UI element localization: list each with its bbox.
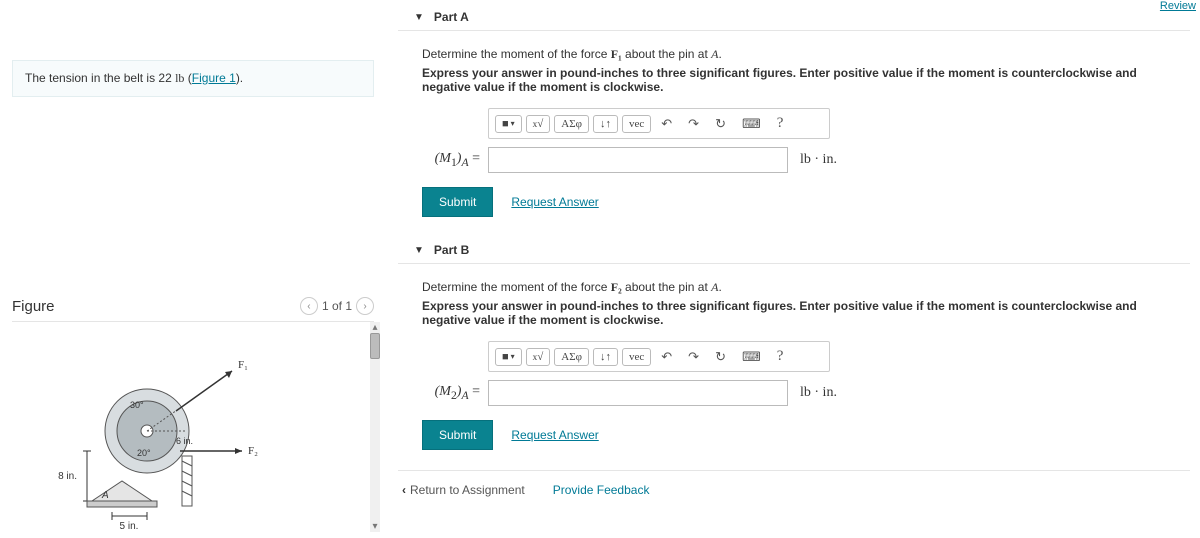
pa-dot: . <box>718 47 721 61</box>
svg-text:20°: 20° <box>137 448 151 458</box>
scroll-down-icon: ▾ <box>370 521 380 532</box>
request-answer-a[interactable]: Request Answer <box>511 195 598 209</box>
scroll-thumb[interactable] <box>370 333 380 359</box>
figure-header: Figure ‹ 1 of 1 › <box>12 297 374 322</box>
svg-text:6 in.: 6 in. <box>176 436 193 446</box>
pb-instr: Express your answer in pound-inches to t… <box>422 299 1137 327</box>
figure-prev-button[interactable]: ‹ <box>300 297 318 315</box>
svg-text:5 in.: 5 in. <box>120 521 139 532</box>
svg-text:F₁: F₁ <box>238 359 248 371</box>
part-b-answer-input[interactable] <box>488 380 788 406</box>
figure-nav-count: 1 of 1 <box>322 299 352 313</box>
scroll-up-icon: ▴ <box>370 322 380 333</box>
svg-text:30°: 30° <box>130 400 144 410</box>
part-a-body: Determine the moment of the force F₁ abo… <box>398 31 1198 233</box>
problem-close: ). <box>236 71 243 85</box>
pa-t2: about the pin at <box>622 47 711 61</box>
chevron-left-icon: ‹ <box>402 483 406 497</box>
part-b-title: Part B <box>434 243 469 257</box>
right-column: ▼ Part A Determine the moment of the for… <box>398 0 1198 538</box>
keyboard-button[interactable]: ⌨ <box>736 114 767 134</box>
greek-button[interactable]: ΑΣφ <box>554 348 589 366</box>
part-b-prompt2: Express your answer in pound-inches to t… <box>422 299 1186 327</box>
pb-t1: Determine the moment of the force <box>422 280 611 294</box>
figure-scrollbar[interactable]: ▴ ▾ <box>370 322 380 532</box>
part-b-body: Determine the moment of the force F₂ abo… <box>398 264 1198 466</box>
reset-button[interactable]: ↻ <box>709 114 732 134</box>
figure-link[interactable]: Figure 1 <box>192 71 236 85</box>
help-button[interactable]: ? <box>771 113 790 134</box>
pb-submit-row: Submit Request Answer <box>422 420 1186 450</box>
figure-nav: ‹ 1 of 1 › <box>300 297 374 315</box>
figure-section: Figure ‹ 1 of 1 › 5 in. 8 in. <box>12 297 374 536</box>
undo-button[interactable]: ↶ <box>655 347 678 367</box>
vec-button[interactable]: vec <box>622 348 651 366</box>
vec-button[interactable]: vec <box>622 115 651 133</box>
reset-button[interactable]: ↻ <box>709 347 732 367</box>
pa-var1: F₁ <box>611 47 622 61</box>
equation-toolbar-a: ■▾ x√ ΑΣφ ↓↑ vec ↶ ↷ ↻ ⌨ ? <box>488 108 830 139</box>
return-link[interactable]: ‹Return to Assignment <box>402 483 525 497</box>
redo-button[interactable]: ↷ <box>682 114 705 134</box>
svg-text:8 in.: 8 in. <box>58 471 77 482</box>
sqrt-button[interactable]: x√ <box>526 115 551 133</box>
pb-units: lb · in. <box>800 385 837 401</box>
equation-toolbar-b: ■▾ x√ ΑΣφ ↓↑ vec ↶ ↷ ↻ ⌨ ? <box>488 341 830 372</box>
part-a-title: Part A <box>434 10 469 24</box>
part-a-input-row: (M1)A = lb · in. <box>422 147 1186 173</box>
sqrt-button[interactable]: x√ <box>526 348 551 366</box>
svg-text:A: A <box>101 490 109 501</box>
figure-next-button[interactable]: › <box>356 297 374 315</box>
part-a-header: ▼ Part A <box>398 0 1190 31</box>
pa-units: lb · in. <box>800 152 837 168</box>
pa-var-label: (M1)A = <box>422 151 480 169</box>
keyboard-button[interactable]: ⌨ <box>736 347 767 367</box>
problem-prefix: The tension in the belt is 22 <box>25 71 175 85</box>
subsup-button[interactable]: ↓↑ <box>593 348 618 366</box>
templates-button[interactable]: ■▾ <box>495 115 522 133</box>
part-b-header: ▼ Part B <box>398 233 1190 264</box>
problem-open: ( <box>184 71 191 85</box>
part-b-input-row: (M2)A = lb · in. <box>422 380 1186 406</box>
problem-statement: The tension in the belt is 22 lb (Figure… <box>12 60 374 97</box>
svg-text:F₂: F₂ <box>248 445 258 457</box>
subsup-button[interactable]: ↓↑ <box>593 115 618 133</box>
undo-button[interactable]: ↶ <box>655 114 678 134</box>
feedback-link[interactable]: Provide Feedback <box>553 483 650 497</box>
submit-button-a[interactable]: Submit <box>422 187 493 217</box>
pa-t1: Determine the moment of the force <box>422 47 611 61</box>
pa-submit-row: Submit Request Answer <box>422 187 1186 217</box>
redo-button[interactable]: ↷ <box>682 347 705 367</box>
part-b-prompt1: Determine the moment of the force F₂ abo… <box>422 280 1186 295</box>
part-a-prompt1: Determine the moment of the force F₁ abo… <box>422 47 1186 62</box>
collapse-icon[interactable]: ▼ <box>414 12 424 23</box>
part-a-prompt2: Express your answer in pound-inches to t… <box>422 66 1186 94</box>
figure-diagram: 5 in. 8 in. 30° 20° F₁ <box>12 336 352 536</box>
footer-row: ‹Return to Assignment Provide Feedback <box>398 470 1190 509</box>
request-answer-b[interactable]: Request Answer <box>511 428 598 442</box>
pb-var-label: (M2)A = <box>422 384 480 402</box>
submit-button-b[interactable]: Submit <box>422 420 493 450</box>
collapse-icon[interactable]: ▼ <box>414 245 424 256</box>
part-a-answer-input[interactable] <box>488 147 788 173</box>
left-column: The tension in the belt is 22 lb (Figure… <box>0 0 380 538</box>
pa-instr: Express your answer in pound-inches to t… <box>422 66 1137 94</box>
greek-button[interactable]: ΑΣφ <box>554 115 589 133</box>
pb-t2: about the pin at <box>622 280 711 294</box>
help-button[interactable]: ? <box>771 346 790 367</box>
templates-button[interactable]: ■▾ <box>495 348 522 366</box>
pb-var1: F₂ <box>611 280 622 294</box>
pb-dot: . <box>718 280 721 294</box>
figure-label: Figure <box>12 298 55 315</box>
